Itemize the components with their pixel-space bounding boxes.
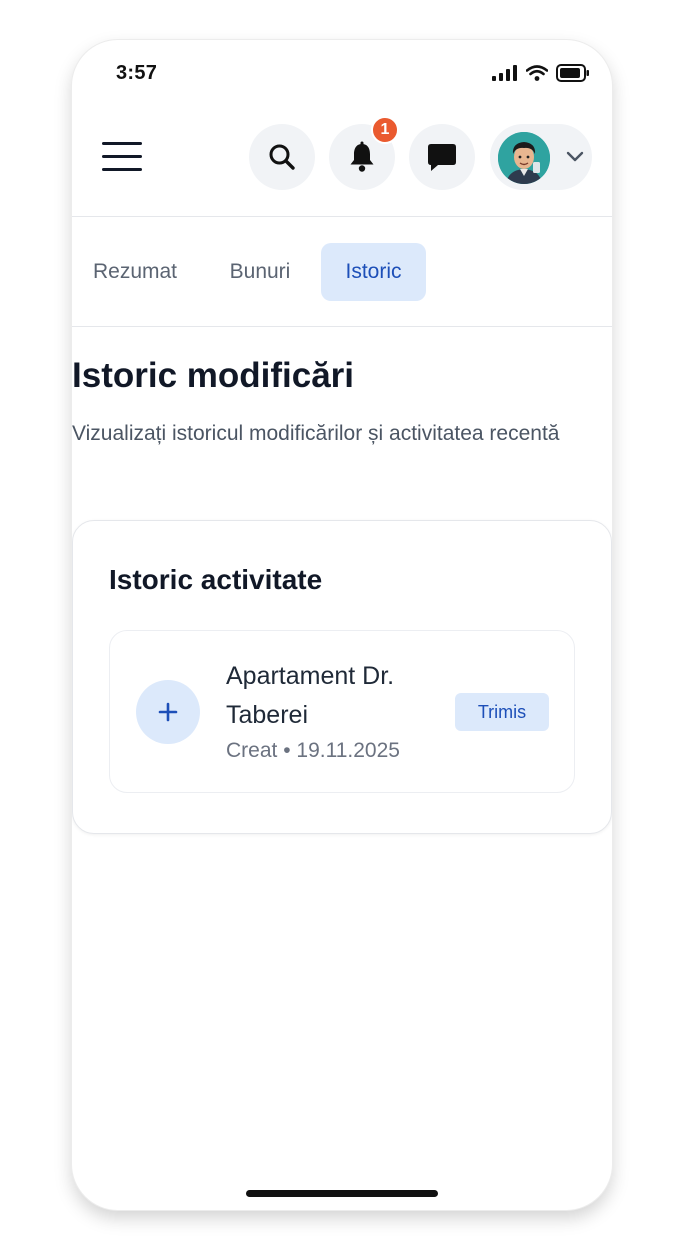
tabs-divider bbox=[72, 326, 612, 327]
messages-button[interactable] bbox=[409, 124, 475, 190]
status-icons bbox=[492, 62, 590, 84]
profile-menu-button[interactable] bbox=[490, 124, 592, 190]
status-time: 3:57 bbox=[116, 62, 158, 84]
phone-screen: 3:57 1 Rezumat Bunuri Istoric Istoric mo… bbox=[72, 40, 612, 1210]
bell-icon bbox=[350, 141, 374, 172]
page-subtitle: Vizualizați istoricul modificărilor și a… bbox=[72, 422, 560, 445]
chat-icon bbox=[428, 144, 456, 171]
tab-bar: Rezumat Bunuri Istoric bbox=[72, 243, 612, 301]
card-title: Istoric activitate bbox=[109, 564, 323, 595]
search-button[interactable] bbox=[249, 124, 315, 190]
wifi-icon bbox=[526, 65, 548, 81]
signal-icon bbox=[492, 65, 517, 81]
search-icon bbox=[269, 144, 295, 170]
activity-title: Apartament Dr. Taberei bbox=[226, 662, 395, 729]
activity-type-icon-wrapper bbox=[136, 680, 200, 744]
activity-item[interactable]: Apartament Dr. Taberei Creat • 19.11.202… bbox=[109, 630, 575, 793]
activity-action: Creat bbox=[226, 739, 278, 762]
menu-button[interactable] bbox=[102, 140, 142, 174]
tab-istoric[interactable]: Istoric bbox=[321, 243, 426, 301]
tab-bunuri[interactable]: Bunuri bbox=[208, 243, 312, 301]
tab-rezumat[interactable]: Rezumat bbox=[72, 243, 198, 301]
battery-icon bbox=[556, 64, 589, 82]
activity-date: 19.11.2025 bbox=[296, 739, 400, 762]
home-indicator bbox=[246, 1190, 438, 1197]
avatar bbox=[498, 132, 550, 184]
activity-meta: Creat • 19.11.2025 bbox=[226, 739, 400, 763]
header-divider bbox=[72, 216, 612, 217]
notifications-button[interactable]: 1 bbox=[329, 116, 399, 190]
status-badge: Trimis bbox=[455, 693, 549, 731]
notification-count-badge: 1 bbox=[371, 116, 399, 144]
meta-separator: • bbox=[283, 739, 291, 762]
chevron-down-icon bbox=[566, 151, 584, 162]
page-title: Istoric modificări bbox=[72, 356, 355, 395]
plus-icon bbox=[158, 702, 178, 722]
hamburger-menu-icon bbox=[102, 142, 142, 145]
